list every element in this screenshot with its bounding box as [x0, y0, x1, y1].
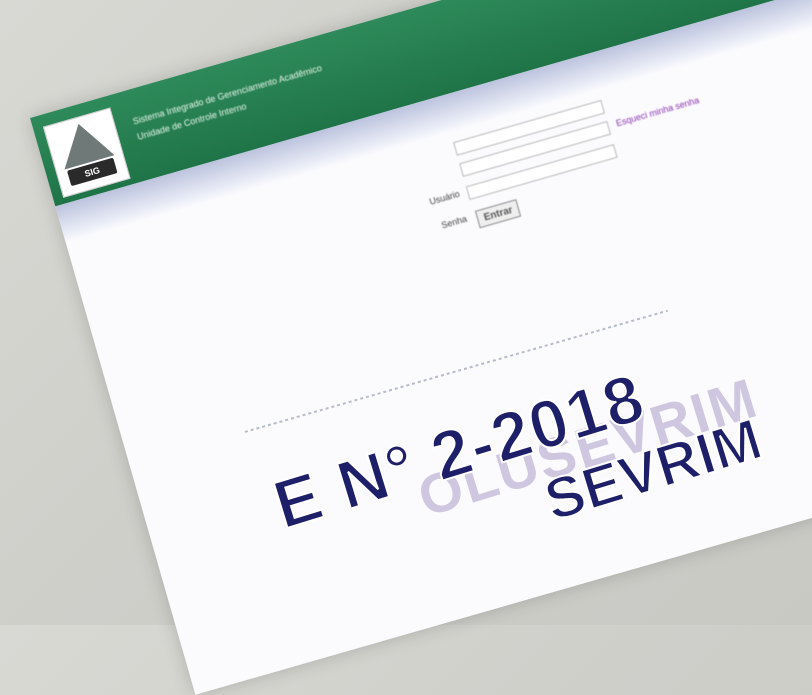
password-label: Senha — [440, 213, 469, 231]
enter-button[interactable]: Entrar — [474, 199, 522, 229]
username-label: Usuário — [428, 188, 461, 207]
logo: SIG — [42, 107, 131, 198]
forgot-password-link[interactable]: Esqueci minha senha — [615, 95, 700, 128]
